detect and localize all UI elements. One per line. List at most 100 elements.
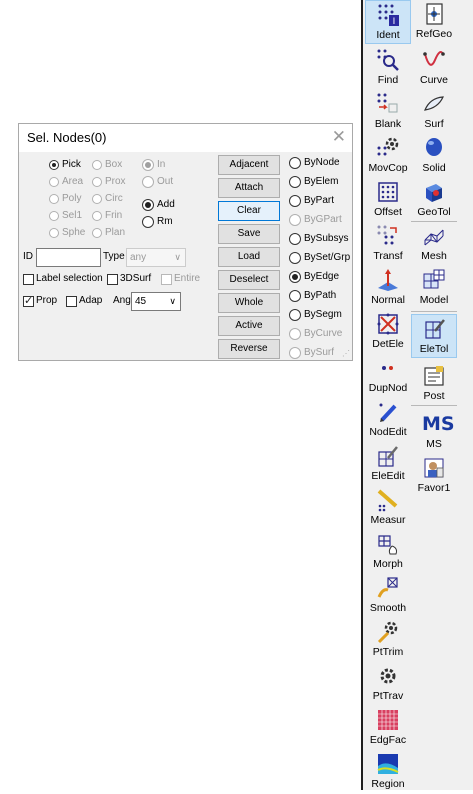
model-label: Model xyxy=(419,294,449,306)
morph-label: Morph xyxy=(373,558,403,570)
type-label: Type xyxy=(103,251,125,262)
radio-sel1[interactable]: Sel1 xyxy=(49,209,82,223)
radio-sphe[interactable]: Sphe xyxy=(49,226,85,240)
load-button[interactable]: Load xyxy=(218,247,280,267)
dialog-titlebar[interactable]: Sel. Nodes(0) ✕ xyxy=(19,124,352,152)
radio-byelem[interactable]: ByElem xyxy=(289,175,338,189)
mesh-tool-button[interactable]: Mesh xyxy=(411,222,457,266)
eleedit-label: EleEdit xyxy=(371,470,405,482)
entire-checkbox[interactable]: Entire xyxy=(161,272,200,286)
edgfac-icon xyxy=(378,710,398,730)
region-icon xyxy=(377,754,399,774)
ang-select[interactable]: 45 ∨ xyxy=(131,292,181,311)
radio-bypath[interactable]: ByPath xyxy=(289,289,336,303)
adjacent-button[interactable]: Adjacent xyxy=(218,155,280,175)
toolbar-separator xyxy=(411,405,457,406)
chevron-down-icon: ∨ xyxy=(174,252,181,262)
eleedit-tool-button[interactable]: EleEdit xyxy=(365,442,411,486)
eleedit-icon xyxy=(378,446,398,467)
radio-box[interactable]: Box xyxy=(92,158,122,172)
movcop-tool-button[interactable]: MovCop xyxy=(365,134,411,178)
eletol-tool-button[interactable]: EleTol xyxy=(411,314,457,358)
radio-bysegm[interactable]: BySegm xyxy=(289,308,342,322)
radio-in[interactable]: In xyxy=(142,158,165,172)
offset-tool-button[interactable]: Offset xyxy=(365,178,411,222)
geotol-tool-button[interactable]: GeoTol xyxy=(411,178,457,222)
radio-pick[interactable]: Pick xyxy=(49,158,81,172)
find-tool-button[interactable]: Find xyxy=(365,46,411,90)
post-tool-button[interactable]: Post xyxy=(411,362,457,406)
pttrim-label: PtTrim xyxy=(372,646,404,658)
sel-nodes-dialog: Sel. Nodes(0) ✕ Pick Area Poly Sel1 Sphe… xyxy=(18,123,353,361)
region-tool-button[interactable]: Region xyxy=(365,750,411,794)
3dsurf-checkbox[interactable]: 3DSurf xyxy=(107,272,151,286)
eletol-label: EleTol xyxy=(419,343,449,355)
favor1-tool-button[interactable]: Favor1 xyxy=(411,454,457,498)
curve-icon xyxy=(423,51,445,66)
dupnod-tool-button[interactable]: DupNod xyxy=(365,354,411,398)
deselect-button[interactable]: Deselect xyxy=(218,270,280,290)
nodedit-tool-button[interactable]: NodEdit xyxy=(365,398,411,442)
clear-button[interactable]: Clear xyxy=(218,201,280,221)
whole-button[interactable]: Whole xyxy=(218,293,280,313)
save-button[interactable]: Save xyxy=(218,224,280,244)
radio-bynode[interactable]: ByNode xyxy=(289,156,340,170)
measur-tool-button[interactable]: Measur xyxy=(365,486,411,530)
resize-grip-icon[interactable]: ⋰ xyxy=(342,349,350,358)
detele-label: DetEle xyxy=(372,338,404,350)
ms-tool-button[interactable]: MS MS xyxy=(411,410,457,454)
radio-bygpart[interactable]: ByGPart xyxy=(289,213,342,227)
edgfac-tool-button[interactable]: EdgFac xyxy=(365,706,411,750)
refgeo-tool-button[interactable]: RefGeo xyxy=(411,0,457,44)
id-label: ID xyxy=(23,251,33,262)
radio-bycurve[interactable]: ByCurve xyxy=(289,327,342,341)
radio-circ[interactable]: Circ xyxy=(92,192,123,206)
transf-tool-button[interactable]: Transf xyxy=(365,222,411,266)
radio-out[interactable]: Out xyxy=(142,175,173,189)
blank-tool-button[interactable]: Blank xyxy=(365,90,411,134)
prop-checkbox[interactable]: Prop xyxy=(23,294,57,308)
curve-tool-button[interactable]: Curve xyxy=(411,46,457,90)
curve-label: Curve xyxy=(419,74,448,86)
ident-tool-button[interactable]: I Ident xyxy=(365,0,411,44)
radio-byedge[interactable]: ByEdge xyxy=(289,270,339,284)
radio-bypart[interactable]: ByPart xyxy=(289,194,334,208)
radio-rm[interactable]: Rm xyxy=(142,215,173,229)
edgfac-label: EdgFac xyxy=(369,734,407,746)
id-input[interactable] xyxy=(36,248,101,267)
model-tool-button[interactable]: Model xyxy=(411,266,457,310)
nodedit-label: NodEdit xyxy=(369,426,407,438)
radio-byset-grp[interactable]: BySet/Grp xyxy=(289,251,350,265)
type-select[interactable]: any ∨ xyxy=(126,248,186,267)
radio-poly[interactable]: Poly xyxy=(49,192,81,206)
pttrav-tool-button[interactable]: PtTrav xyxy=(365,662,411,706)
radio-bysurf[interactable]: BySurf xyxy=(289,346,334,360)
favor1-icon xyxy=(424,458,444,478)
smooth-label: Smooth xyxy=(369,602,407,614)
measur-icon xyxy=(377,489,398,512)
close-icon[interactable]: ✕ xyxy=(332,127,346,147)
geotol-label: GeoTol xyxy=(417,206,451,218)
radio-bysubsys[interactable]: BySubsys xyxy=(289,232,348,246)
radio-prox[interactable]: Prox xyxy=(92,175,126,189)
active-button[interactable]: Active xyxy=(218,316,280,336)
normal-tool-button[interactable]: Normal xyxy=(365,266,411,310)
morph-tool-button[interactable]: Morph xyxy=(365,530,411,574)
reverse-button[interactable]: Reverse xyxy=(218,339,280,359)
radio-plan[interactable]: Plan xyxy=(92,226,125,240)
solid-tool-button[interactable]: Solid xyxy=(411,134,457,178)
attach-button[interactable]: Attach xyxy=(218,178,280,198)
label-selection-checkbox[interactable]: Label selection xyxy=(23,272,103,286)
radio-area[interactable]: Area xyxy=(49,175,83,189)
offset-icon xyxy=(378,182,398,202)
smooth-tool-button[interactable]: Smooth xyxy=(365,574,411,618)
radio-frin[interactable]: Frin xyxy=(92,209,122,223)
model-icon xyxy=(423,269,445,289)
post-icon xyxy=(424,366,444,386)
surf-tool-button[interactable]: Surf xyxy=(411,90,457,134)
surf-icon xyxy=(424,96,444,111)
detele-tool-button[interactable]: DetEle xyxy=(365,310,411,354)
adap-checkbox[interactable]: Adap xyxy=(66,294,102,308)
pttrim-tool-button[interactable]: PtTrim xyxy=(365,618,411,662)
radio-add[interactable]: Add xyxy=(142,198,175,212)
